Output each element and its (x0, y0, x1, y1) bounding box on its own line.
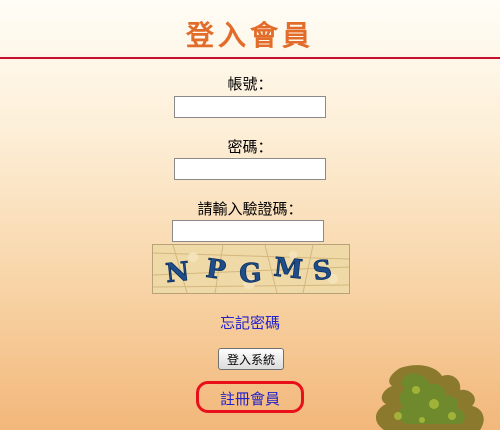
title-divider (0, 57, 500, 59)
account-label: 帳號： (227, 75, 273, 93)
captcha-char: P (204, 254, 228, 286)
tree-decoration (375, 365, 484, 430)
captcha-char: M (272, 253, 304, 286)
captcha-char: N (164, 257, 191, 289)
password-input[interactable] (174, 158, 326, 180)
captcha-char: S (311, 255, 334, 287)
password-label: 密碼： (227, 138, 273, 156)
captcha-char: G (238, 258, 262, 289)
page-title: 登入會員 (185, 19, 314, 52)
forgot-password-link[interactable]: 忘記密碼 (0, 312, 500, 333)
login-button[interactable]: 登入系統 (218, 348, 284, 370)
captcha-image: NPGMS (152, 244, 350, 294)
captcha-input[interactable] (172, 220, 324, 242)
account-input[interactable] (174, 96, 326, 118)
captcha-label: 請輸入驗證碼： (197, 200, 303, 218)
